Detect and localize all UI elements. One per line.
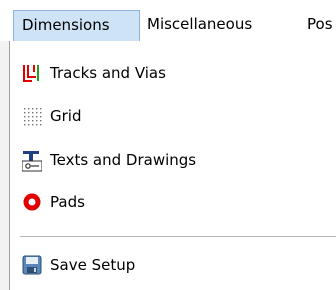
- menu-separator: [20, 236, 336, 237]
- texts-drawings-icon: [21, 150, 43, 172]
- menu-item-texts-and-drawings[interactable]: Texts and Drawings: [10, 142, 330, 178]
- menu-item-label: Pads: [50, 193, 85, 211]
- dropdown-menu: Tracks and Vias Grid Texts and Drawings …: [9, 41, 336, 290]
- pad-icon: [22, 192, 42, 212]
- menu-item-tracks-and-vias[interactable]: Tracks and Vias: [10, 55, 330, 91]
- menubar-item-dimensions[interactable]: Dimensions: [13, 10, 140, 41]
- tracks-vias-icon: [22, 63, 42, 83]
- menubar-item-pos[interactable]: Pos: [301, 8, 333, 41]
- menubar-item-miscellaneous[interactable]: Miscellaneous: [141, 8, 258, 41]
- grid-icon: [22, 106, 42, 126]
- menu-item-label: Tracks and Vias: [50, 64, 166, 82]
- menu-item-label: Grid: [50, 107, 82, 125]
- save-disk-icon: [22, 255, 42, 275]
- menu-item-label: Save Setup: [50, 256, 136, 274]
- menubar: Dimensions Miscellaneous Pos: [0, 0, 336, 42]
- menu-item-pads[interactable]: Pads: [10, 184, 330, 220]
- background-strip: [0, 41, 9, 290]
- menu-item-grid[interactable]: Grid: [10, 98, 330, 134]
- menu-item-save-setup[interactable]: Save Setup: [10, 247, 330, 283]
- menu-item-label: Texts and Drawings: [50, 151, 197, 169]
